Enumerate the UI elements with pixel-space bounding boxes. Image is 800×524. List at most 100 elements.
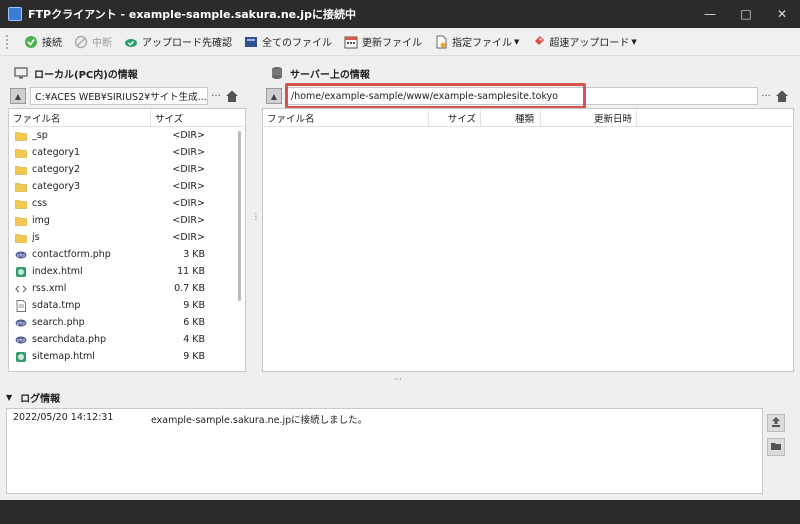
database-icon — [270, 66, 284, 80]
local-file-row[interactable]: sdata.tmp 9 KB — [9, 297, 245, 314]
abort-label: 中断 — [92, 38, 112, 49]
file-size: 6 KB — [183, 317, 205, 328]
file-name: img — [32, 215, 50, 226]
local-file-row[interactable]: sitemap.html 9 KB — [9, 348, 245, 365]
file-size: <DIR> — [172, 198, 205, 209]
updated-files-button[interactable]: 更新ファイル — [338, 31, 428, 53]
local-scrollbar[interactable] — [238, 131, 241, 301]
local-col-name[interactable]: ファイル名 — [9, 109, 151, 126]
connect-button[interactable]: 接続 — [18, 31, 68, 53]
folder-icon — [15, 215, 27, 227]
local-file-row[interactable]: php search.php 6 KB — [9, 314, 245, 331]
file-size: <DIR> — [172, 147, 205, 158]
file-size: <DIR> — [172, 181, 205, 192]
local-file-row[interactable]: category2 <DIR> — [9, 161, 245, 178]
local-col-size[interactable]: サイズ — [151, 109, 211, 126]
collapse-chevron-icon[interactable]: ▼ — [6, 393, 12, 402]
server-panel-title: サーバー上の情報 — [290, 69, 370, 81]
file-size: <DIR> — [172, 130, 205, 141]
local-file-row[interactable]: index.html 11 KB — [9, 263, 245, 280]
svg-text:php: php — [17, 252, 26, 258]
local-file-row[interactable]: php contactform.php 3 KB — [9, 246, 245, 263]
file-name: category1 — [32, 147, 81, 158]
home-icon[interactable] — [224, 88, 240, 104]
php-icon: php — [15, 249, 27, 261]
local-up-button[interactable]: ▲ — [10, 88, 26, 104]
file-size: 4 KB — [183, 334, 205, 345]
file-name-cell: index.html — [9, 266, 149, 278]
server-col-type[interactable]: 種類 — [481, 109, 541, 126]
horizontal-splitter[interactable]: ··· — [394, 375, 402, 384]
local-file-row[interactable]: img <DIR> — [9, 212, 245, 229]
file-name: index.html — [32, 266, 83, 277]
local-panel-header: ローカル(PC内)の情報 — [14, 62, 244, 84]
all-files-button[interactable]: 全てのファイル — [238, 31, 338, 53]
local-file-row[interactable]: category3 <DIR> — [9, 178, 245, 195]
server-col-name[interactable]: ファイル名 — [263, 109, 429, 126]
doc-icon — [15, 299, 27, 312]
html-icon — [15, 351, 27, 363]
maximize-button[interactable]: □ — [728, 0, 764, 28]
status-bar — [0, 500, 800, 524]
local-file-list: ファイル名 サイズ _sp <DIR> category1 <DIR> category… — [8, 108, 246, 372]
server-pathbar: ▲ /home/example-sample/www/example-sampl… — [266, 86, 794, 106]
file-name: category3 — [32, 181, 81, 192]
local-panel-title: ローカル(PC内)の情報 — [34, 69, 138, 81]
file-name-cell: rss.xml — [9, 283, 149, 295]
folder-icon — [770, 440, 782, 455]
specified-files-button[interactable]: 指定ファイル ▼ — [428, 31, 525, 53]
toolbar-grip — [6, 34, 10, 49]
log-timestamp: 2022/05/20 14:12:31 — [13, 412, 114, 423]
rocket-icon — [531, 35, 545, 49]
server-file-list: ファイル名 サイズ 種類 更新日時 — [262, 108, 794, 372]
file-name-cell: js — [9, 232, 149, 244]
local-file-row[interactable]: _sp <DIR> — [9, 127, 245, 144]
local-rows: _sp <DIR> category1 <DIR> category2 <DIR> cate… — [9, 127, 245, 365]
close-button[interactable]: ✕ — [764, 0, 800, 28]
server-col-date[interactable]: 更新日時 — [541, 109, 637, 126]
file-name-cell: sitemap.html — [9, 351, 149, 363]
title-bar: FTPクライアント - example-sample.sakura.ne.jpに… — [0, 0, 800, 28]
local-file-row[interactable]: js <DIR> — [9, 229, 245, 246]
minimize-button[interactable]: — — [692, 0, 728, 28]
server-up-button[interactable]: ▲ — [266, 88, 282, 104]
file-name: sdata.tmp — [32, 300, 81, 311]
app-icon — [8, 7, 22, 21]
file-name-cell: category3 — [9, 181, 149, 193]
log-message: example-sample.sakura.ne.jpに接続しました。 — [151, 415, 368, 426]
log-box: 2022/05/20 14:12:31 example-sample.sakur… — [6, 408, 763, 494]
local-file-row[interactable]: rss.xml 0.7 KB — [9, 280, 245, 297]
file-name: search.php — [32, 317, 85, 328]
file-name: js — [32, 232, 40, 243]
chevron-down-icon: ▼ — [631, 37, 637, 46]
file-name-cell: css — [9, 198, 149, 210]
all-files-icon — [244, 35, 258, 49]
connect-icon — [24, 35, 38, 49]
home-icon[interactable] — [774, 88, 790, 104]
monitor-icon — [14, 66, 28, 80]
local-file-row[interactable]: category1 <DIR> — [9, 144, 245, 161]
php-icon: php — [15, 334, 27, 346]
abort-button[interactable]: 中断 — [68, 31, 118, 53]
local-browse-button[interactable]: ··· — [208, 91, 224, 102]
local-file-row[interactable]: php searchdata.php 4 KB — [9, 331, 245, 348]
folder-icon — [15, 181, 27, 193]
server-col-size[interactable]: サイズ — [429, 109, 481, 126]
upload-dest-button[interactable]: アップロード先確認 — [118, 31, 238, 53]
server-panel-header: サーバー上の情報 — [270, 62, 570, 84]
php-icon: php — [15, 317, 27, 329]
local-file-row[interactable]: css <DIR> — [9, 195, 245, 212]
file-name: contactform.php — [32, 249, 111, 260]
svg-text:php: php — [17, 320, 26, 326]
log-export-button[interactable] — [767, 414, 785, 432]
file-size: <DIR> — [172, 215, 205, 226]
file-name-cell: category2 — [9, 164, 149, 176]
local-path-field[interactable]: C:¥ACES WEB¥SIRIUS2¥サイト生成... — [30, 87, 208, 105]
local-column-header: ファイル名 サイズ — [9, 109, 245, 127]
vertical-splitter[interactable]: ⋮ — [252, 212, 260, 224]
log-folder-button[interactable] — [767, 438, 785, 456]
fast-upload-button[interactable]: 超速アップロード ▼ — [525, 31, 642, 53]
folder-icon — [15, 130, 27, 142]
server-path-field[interactable]: /home/example-sample/www/example-samples… — [286, 87, 758, 105]
server-browse-button[interactable]: ··· — [758, 91, 774, 102]
